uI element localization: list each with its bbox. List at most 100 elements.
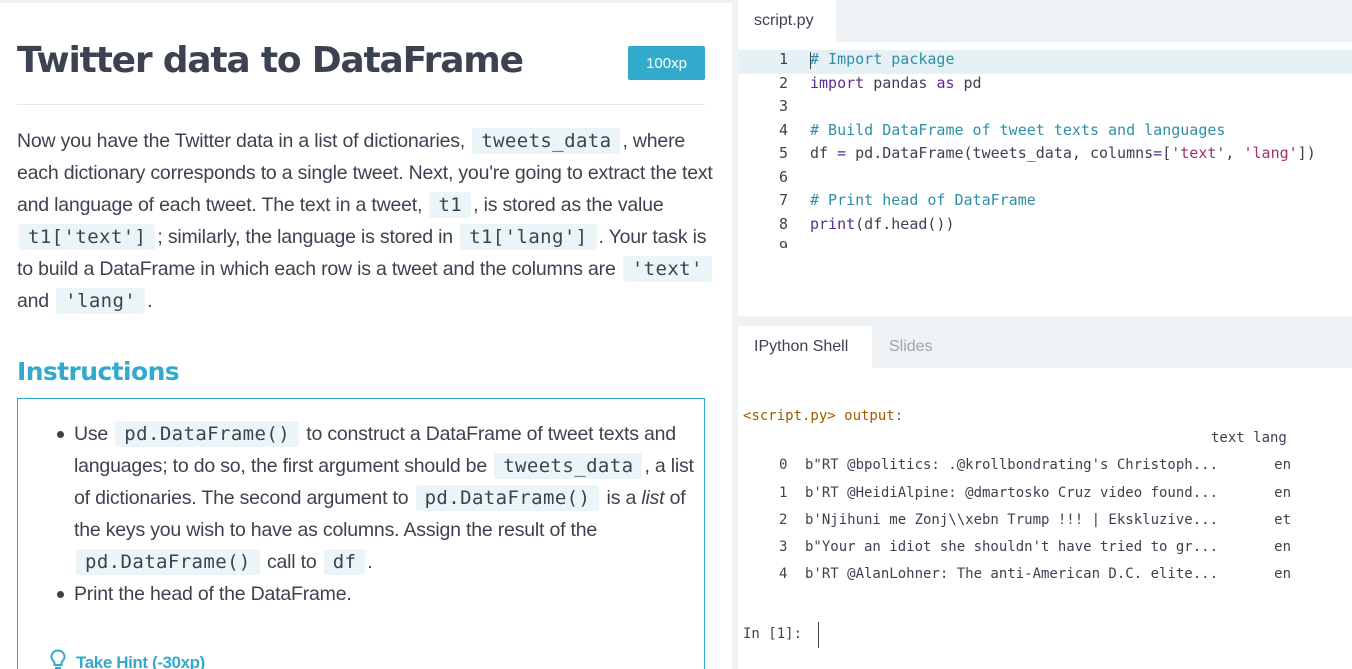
line-number: 9 [778, 238, 788, 248]
code-comment: # Print head of DataFrame [810, 191, 1036, 209]
row-text: b"Your an idiot she shouldn't have tried… [805, 539, 1219, 556]
exercise-description: Now you have the Twitter data in a list … [17, 125, 717, 317]
code-string: 'text' [1171, 144, 1226, 162]
row-index: 1 [779, 484, 788, 501]
code-line[interactable]: # Import package [810, 48, 1350, 72]
code-line[interactable]: print(df.head()) [810, 213, 1350, 237]
inline-code: tweets_data [494, 453, 643, 479]
inline-code: 'text' [622, 256, 712, 282]
code-token: pd [954, 73, 982, 92]
text-cursor [810, 52, 811, 69]
code-operator: = [837, 144, 847, 162]
instruction-text: call to [261, 551, 322, 573]
description-text: ; similarly, the language is stored in [157, 226, 459, 248]
row-index: 0 [779, 457, 788, 474]
line-number: 7 [778, 191, 788, 209]
pane-splitter[interactable] [738, 316, 1352, 326]
inline-code: pd.DataFrame() [115, 421, 300, 447]
code-token: [ [1162, 144, 1172, 162]
dataframe-header: text lang [743, 430, 1343, 457]
instruction-emphasis: list [641, 487, 665, 509]
line-number: 4 [778, 120, 788, 139]
shell-dataframe-output: text lang 0 b"RT @bpolitics: .@krollbondr… [743, 430, 1343, 594]
code-token: (df.head()) [855, 214, 955, 233]
row-index: 3 [779, 539, 788, 556]
lightbulb-icon [50, 649, 66, 669]
exercise-panel: Twitter data to DataFrame 100xp Now you … [0, 0, 732, 669]
description-text: and [17, 290, 55, 312]
row-text: b'RT @AlanLohner: The anti-American D.C.… [805, 566, 1219, 583]
inline-code: t1['lang'] [460, 224, 597, 250]
line-number: 6 [778, 167, 788, 186]
tab-script-py[interactable]: script.py [738, 0, 836, 42]
inline-code: pd.DataFrame() [76, 549, 260, 575]
tab-slides[interactable]: Slides [889, 326, 933, 368]
line-number: 2 [778, 73, 788, 92]
take-hint-label[interactable]: Take Hint (-30xp) [76, 653, 205, 669]
row-text: b'Njihuni me Zonj\\xebn Trump !!! | Eksk… [805, 511, 1219, 528]
code-line[interactable]: # Build DataFrame of tweet texts and lan… [810, 119, 1350, 143]
table-row: 3 b"Your an idiot she shouldn't have trie… [743, 539, 1343, 566]
code-comment: # Build DataFrame of tweet texts and lan… [810, 120, 1226, 139]
code-line[interactable]: df = pd.DataFrame(tweets_data, columns=[… [810, 142, 1350, 166]
code-comment: # Import package [810, 50, 955, 68]
code-string: 'lang' [1243, 144, 1298, 162]
instruction-text: is a [601, 487, 642, 509]
description-text: , is stored as the value [473, 194, 664, 216]
instructions-list: Use pd.DataFrame() to construct a DataFr… [57, 418, 694, 610]
xp-badge: 100xp [628, 46, 705, 80]
code-keyword: print [810, 214, 856, 233]
take-hint-link[interactable]: Take Hint (-30xp) [50, 649, 205, 669]
inline-code: t1 [429, 192, 472, 218]
table-row: 2 b'Njihuni me Zonj\\xebn Trump !!! | Eks… [743, 512, 1343, 539]
inline-code: t1['text'] [19, 224, 156, 250]
description-text: . [147, 290, 153, 312]
code-token: df [810, 144, 838, 162]
code-line[interactable]: import pandas as pd [810, 72, 1350, 96]
inline-code: tweets_data [472, 128, 621, 154]
instruction-text: . [367, 551, 373, 573]
row-lang: en [1274, 484, 1291, 501]
code-operator: = [1153, 144, 1163, 162]
line-number: 3 [778, 97, 788, 115]
shell-output-label: <script.py> output: [743, 408, 904, 424]
exercise-title: Twitter data to DataFrame [17, 40, 524, 81]
code-line[interactable]: # Print head of DataFrame [810, 189, 1350, 213]
instruction-item: Print the head of the DataFrame. [57, 578, 694, 610]
shell-prompt[interactable]: In [1]: [743, 626, 802, 642]
row-text: b"RT @bpolitics: .@krollbondrating's Chr… [805, 457, 1219, 474]
table-row: 0 b"RT @bpolitics: .@krollbondrating's Ch… [743, 457, 1343, 484]
code-token: , [1225, 144, 1244, 162]
row-lang: et [1274, 511, 1291, 528]
row-index: 4 [779, 566, 788, 583]
code-token: pd.DataFrame(tweets_data, columns [846, 144, 1154, 162]
instruction-item: Use pd.DataFrame() to construct a DataFr… [57, 418, 694, 578]
ipython-shell-panel[interactable]: IPython Shell Slides <script.py> output:… [738, 326, 1352, 669]
row-lang: en [1274, 539, 1291, 556]
code-line[interactable] [810, 166, 1350, 190]
instructions-heading: Instructions [17, 357, 180, 386]
row-index: 2 [779, 511, 788, 528]
table-row: 4 b'RT @AlanLohner: The anti-American D.C… [743, 566, 1343, 593]
line-number: 1 [778, 50, 788, 68]
inline-code: pd.DataFrame() [415, 485, 600, 511]
row-lang: en [1274, 566, 1291, 583]
code-keyword: import [810, 73, 865, 92]
row-lang: en [1274, 457, 1291, 474]
dataframe-columns: text lang [1211, 430, 1287, 446]
line-number-gutter: 1 2 3 4 5 6 7 8 9 [738, 48, 802, 248]
shell-cursor [818, 622, 819, 648]
line-number: 5 [778, 144, 788, 162]
tab-ipython-shell[interactable]: IPython Shell [738, 326, 872, 368]
code-line[interactable] [810, 95, 1350, 119]
table-row: 1 b'RT @HeidiAlpine: @dmartosko Cruz vide… [743, 485, 1343, 512]
editor-tab-bar: script.py [738, 0, 1352, 42]
code-area[interactable]: # Import package import pandas as pd # B… [810, 48, 1350, 236]
code-editor[interactable]: script.py 1 2 3 4 5 6 7 8 9 # Import pac… [738, 0, 1352, 316]
shell-tab-bar: IPython Shell Slides [738, 326, 1352, 368]
description-text: Now you have the Twitter data in a list … [17, 130, 471, 152]
instruction-text: Use [74, 423, 114, 445]
code-keyword: as [936, 73, 955, 92]
inline-code: 'lang' [56, 288, 146, 314]
title-divider [17, 104, 705, 105]
